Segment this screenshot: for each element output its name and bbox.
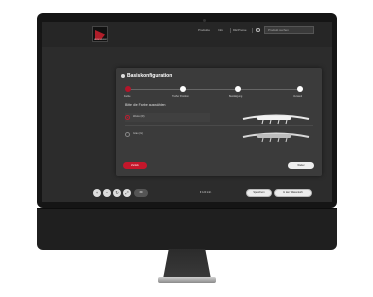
radio-button[interactable] [125, 115, 130, 120]
nav-divider [230, 28, 231, 33]
search-input[interactable]: Produkt suchen [264, 26, 314, 34]
zoom-in-icon: + [95, 190, 99, 195]
view-3d-button[interactable]: 3D [134, 189, 148, 197]
configurator-dialog: Basiskonfiguration Farbe Treffer Positio… [116, 68, 322, 176]
step-label: Bestätigung [229, 95, 243, 98]
section-title: Bitte die Farbe auswählen [125, 103, 166, 107]
stepper-line [128, 89, 300, 90]
back-button[interactable]: Zurück [123, 162, 147, 169]
dialog-title: Basiskonfiguration [127, 73, 173, 79]
step-label: Versand [293, 95, 303, 98]
radio-button[interactable] [125, 132, 130, 137]
step-dot-color[interactable] [125, 86, 131, 92]
nav-link-info[interactable]: Info [218, 28, 223, 33]
product-preview-white [242, 114, 310, 125]
zoom-out-button[interactable]: − [103, 189, 111, 197]
add-to-cart-button[interactable]: In den Warenkorb [274, 189, 312, 197]
option-white[interactable]: Weiss (W) [125, 113, 210, 122]
next-button[interactable]: Weiter [288, 162, 314, 169]
monitor-foot [158, 277, 216, 283]
rotate-button[interactable]: ↻ [113, 189, 121, 197]
screen: MÜNCHENER Produkte Info DE/Preise Produk… [42, 22, 332, 202]
step-dot-confirmation[interactable] [235, 86, 241, 92]
step-label: Farbe [124, 95, 131, 98]
zoom-out-icon: − [105, 190, 109, 195]
globe-icon[interactable] [256, 28, 260, 32]
nav-divider [252, 28, 253, 33]
fullscreen-icon: ⤢ [125, 190, 129, 195]
option-label: Weiss (W) [133, 115, 145, 118]
top-bar: MÜNCHENER Produkte Info DE/Preise Produk… [42, 22, 332, 47]
option-label: Grau (G) [133, 132, 143, 135]
zoom-in-button[interactable]: + [93, 189, 101, 197]
monitor-stand [163, 249, 211, 279]
monitor-chin [37, 208, 337, 250]
option-grey[interactable]: Grau (G) [125, 130, 210, 139]
step-dot-position[interactable] [180, 86, 186, 92]
step-dot-shipping[interactable] [297, 86, 303, 92]
settings-icon [121, 74, 125, 78]
brand-logo[interactable]: MÜNCHENER [92, 26, 108, 42]
nav-link-language[interactable]: DE/Preise [233, 28, 247, 33]
fullscreen-button[interactable]: ⤢ [123, 189, 131, 197]
price-summary: € 120 inkl. [200, 191, 212, 194]
save-button[interactable]: Speichern [246, 189, 272, 197]
logo-text: MÜNCHENER [94, 39, 107, 41]
nav-link-products[interactable]: Produkte [198, 28, 210, 33]
bottom-toolbar: + − ↻ ⤢ 3D € 120 inkl. Speichern In den … [42, 184, 332, 202]
rotate-icon: ↻ [115, 190, 119, 195]
step-label: Treffer Position [172, 95, 189, 98]
product-preview-grey [242, 132, 310, 143]
